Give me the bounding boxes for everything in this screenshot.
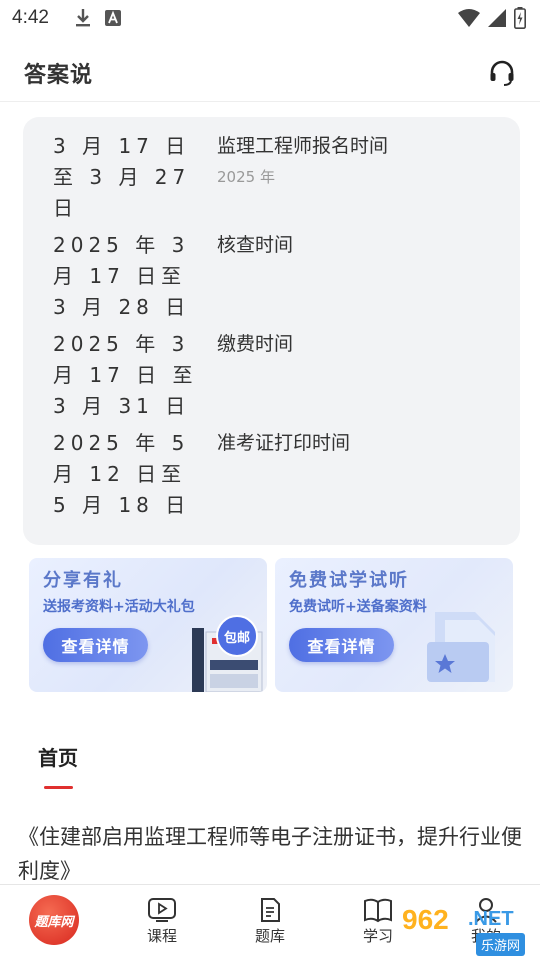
banner-title: 免费试学试听 xyxy=(289,570,409,591)
schedule-event: 准考证打印时间 xyxy=(217,432,351,454)
share-gift-banner[interactable]: 分享有礼 送报考资料+活动大礼包 查看详情 包邮 xyxy=(29,558,267,692)
watermark-number: 962 xyxy=(402,904,449,935)
app-logo: 题库网 xyxy=(29,895,79,945)
book-icon xyxy=(364,898,392,923)
free-trial-banner[interactable]: 免费试学试听 免费试听+送备案资料 查看详情 xyxy=(275,558,513,692)
nav-label: 学习 xyxy=(362,927,393,945)
view-details-button[interactable]: 查看详情 xyxy=(43,628,148,662)
schedule-date: 3 月 17 日至 3 月 27 日 xyxy=(53,134,191,220)
nav-label: 题库 xyxy=(254,927,285,945)
tab-indicator xyxy=(44,786,73,789)
schedule-event: 核查时间 xyxy=(217,234,294,256)
customer-service-icon[interactable] xyxy=(488,59,516,87)
document-icon xyxy=(261,898,280,922)
wifi-icon xyxy=(458,9,480,27)
status-time: 4:42 xyxy=(12,7,49,28)
nav-home[interactable]: 题库网 xyxy=(0,885,108,960)
nav-question-bank[interactable]: 题库 xyxy=(216,885,324,960)
schedule-event: 缴费时间 xyxy=(217,333,294,355)
banner-subtitle: 免费试听+送备案资料 xyxy=(289,599,427,615)
schedule-year: 2025 年 xyxy=(217,168,275,186)
download-icon xyxy=(75,9,90,27)
app-title: 答案说 xyxy=(24,62,94,88)
play-icon xyxy=(148,898,176,922)
signal-icon xyxy=(488,9,506,27)
app-header: 答案说 xyxy=(0,44,540,102)
view-details-button[interactable]: 查看详情 xyxy=(289,628,394,662)
nav-courses[interactable]: 课程 xyxy=(108,885,216,960)
battery-icon xyxy=(514,7,526,29)
schedule-row: 2025 年 3 月 17 日至 3 月 28 日 核查时间 xyxy=(23,230,520,323)
free-shipping-badge: 包邮 xyxy=(216,615,258,657)
schedule-row: 2025 年 5 月 12 日至 5 月 18 日 准考证打印时间 xyxy=(23,428,520,521)
schedule-row: 2025 年 3 月 17 日 至 3 月 31 日 缴费时间 xyxy=(23,329,520,422)
schedule-row: 3 月 17 日至 3 月 27 日 监理工程师报名时间 2025 年 xyxy=(23,131,520,224)
tab-home[interactable]: 首页 xyxy=(38,742,78,771)
nav-label: 课程 xyxy=(146,927,177,945)
schedule-date: 2025 年 5 月 12 日至 5 月 18 日 xyxy=(53,431,191,517)
watermark-site: 乐游网 xyxy=(476,933,526,956)
schedule-date: 2025 年 3 月 17 日 至 3 月 31 日 xyxy=(53,332,198,418)
article-title[interactable]: 《住建部启用监理工程师等电子注册证书，提升行业便利度》 xyxy=(18,820,528,888)
font-icon xyxy=(104,10,121,26)
exam-schedule-card: 3 月 17 日至 3 月 27 日 监理工程师报名时间 2025 年 2025… xyxy=(23,117,520,545)
banner-title: 分享有礼 xyxy=(43,570,123,591)
schedule-date: 2025 年 3 月 17 日至 3 月 28 日 xyxy=(53,233,191,319)
folder-star-icon xyxy=(427,612,495,682)
schedule-event: 监理工程师报名时间 xyxy=(217,135,389,157)
watermark-net: .NET xyxy=(468,908,514,930)
status-bar: 4:42 xyxy=(0,0,540,36)
banner-subtitle: 送报考资料+活动大礼包 xyxy=(43,599,195,615)
site-watermark: 962 .NET 乐游网 xyxy=(402,904,534,956)
